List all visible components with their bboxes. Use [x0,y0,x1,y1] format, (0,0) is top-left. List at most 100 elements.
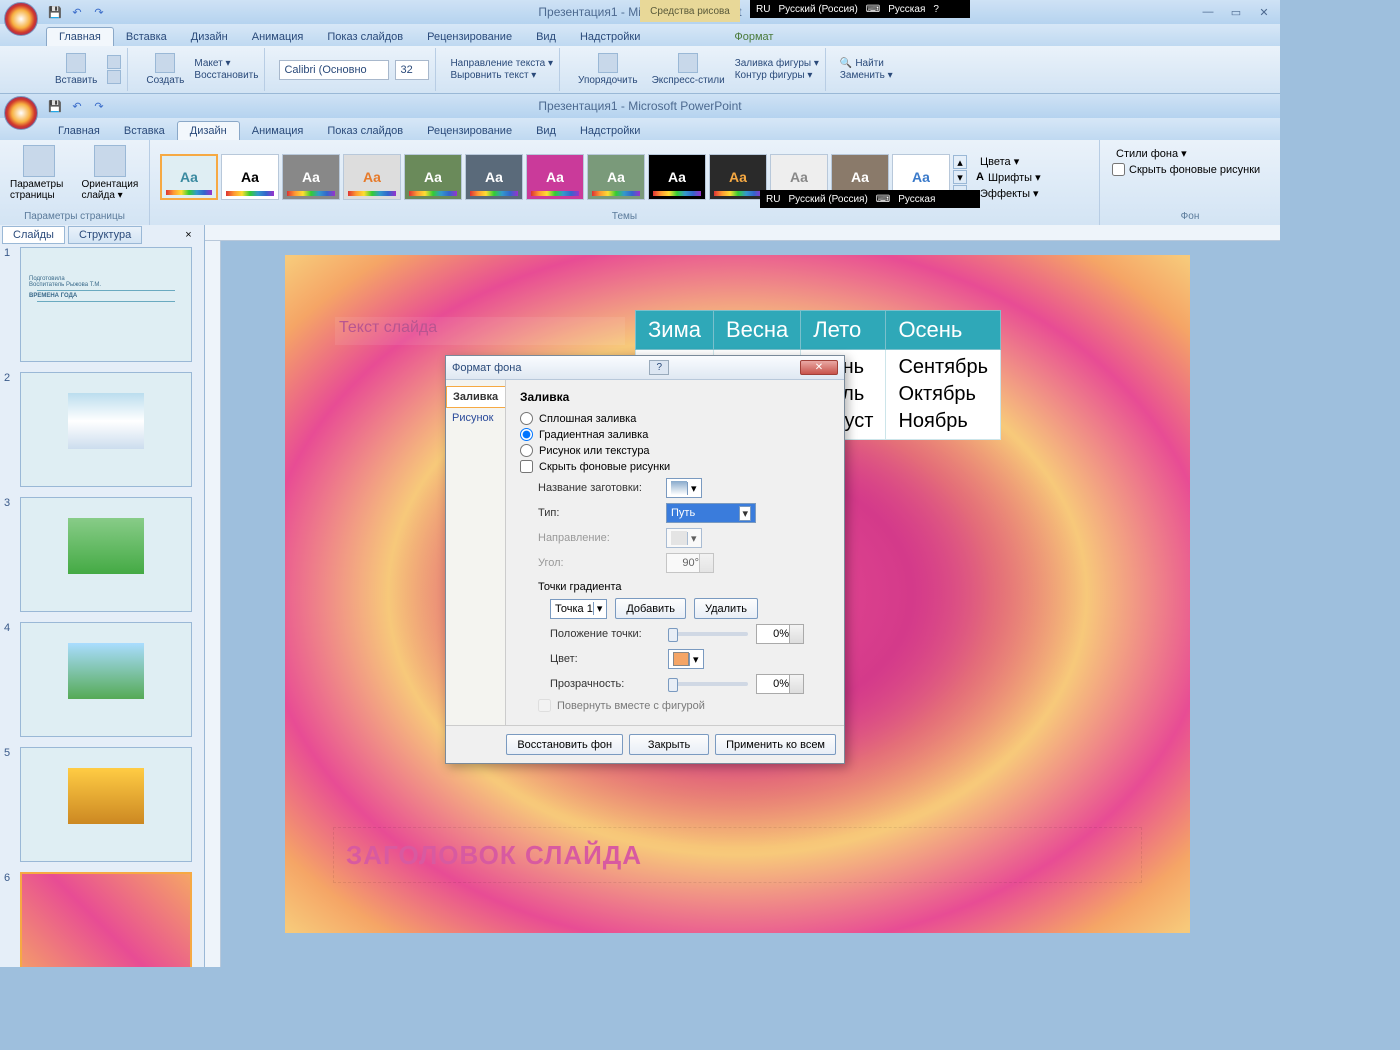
office-button-2[interactable] [4,96,38,130]
minimize-button[interactable]: — [1196,4,1220,20]
theme-colors-button[interactable]: Цвета ▾ [976,155,1041,168]
table-header[interactable]: Весна [713,311,800,350]
stop-combo[interactable]: Точка 1▾ [550,599,607,619]
align-text-button[interactable]: Выровнить текст ▾ [450,70,553,81]
orientation-button[interactable]: Ориентация слайда ▾ [78,143,143,203]
thumbnail-2[interactable] [20,372,192,487]
tab2-view[interactable]: Вид [524,122,568,140]
color-picker[interactable]: ▾ [668,649,704,669]
shape-fill-button[interactable]: Заливка фигуры ▾ [735,58,819,69]
theme-fonts-button[interactable]: AШрифты ▾ [976,171,1041,184]
type-combo[interactable]: Путь▾ [666,503,756,523]
restore-bg-button[interactable]: Восстановить фон [506,734,623,755]
transparency-spinner[interactable]: 0% [756,674,804,694]
theme-thumb[interactable]: Aa [160,154,218,200]
tab-outline[interactable]: Структура [68,226,142,244]
theme-thumb[interactable]: Aa [282,154,340,200]
tab-design[interactable]: Дизайн [179,28,240,46]
table-header[interactable]: Осень [886,311,1001,350]
replace-button[interactable]: Заменить ▾ [840,70,893,81]
apply-all-button[interactable]: Применить ко всем [715,734,836,755]
gallery-up-icon[interactable]: ▴ [953,155,967,169]
tab-animation[interactable]: Анимация [240,28,316,46]
page-setup-button[interactable]: Параметры страницы [6,143,72,203]
table-header[interactable]: Лето [801,311,886,350]
tab-insert[interactable]: Вставка [114,28,179,46]
nav-item-fill[interactable]: Заливка [446,386,505,408]
tab-review[interactable]: Рецензирование [415,28,524,46]
office-button[interactable] [4,2,38,36]
close-button[interactable]: ✕ [1252,4,1276,20]
paste-button[interactable]: Вставить [51,51,101,88]
thumbnail-5[interactable] [20,747,192,862]
radio-gradient[interactable] [520,428,533,441]
theme-thumb[interactable]: Aa [465,154,523,200]
dialog-close-icon[interactable]: ✕ [800,360,838,375]
save-icon-2[interactable]: 💾 [46,97,64,115]
redo-icon[interactable]: ↷ [90,3,108,21]
preset-combo[interactable]: ▾ [666,478,702,498]
find-button[interactable]: 🔍 Найти [840,58,893,69]
save-icon[interactable]: 💾 [46,3,64,21]
reset-button[interactable]: Восстановить [194,70,258,81]
transparency-slider[interactable] [668,682,748,686]
content-placeholder[interactable]: Текст слайда [335,317,625,345]
undo-icon[interactable]: ↶ [68,3,86,21]
hide-bg-checkbox[interactable]: Скрыть фоновые рисунки [1112,163,1268,176]
thumbnail-6[interactable] [20,872,192,967]
theme-thumb[interactable]: Aa [648,154,706,200]
new-slide-button[interactable]: Создать [142,51,188,88]
shape-outline-button[interactable]: Контур фигуры ▾ [735,70,819,81]
layout-button[interactable]: Макет ▾ [194,58,258,69]
text-direction-button[interactable]: Направление текста ▾ [450,58,553,69]
tab-slideshow[interactable]: Показ слайдов [315,28,415,46]
font-size-combo[interactable]: 32 [395,60,429,80]
table-cell[interactable]: Сентябрь Октябрь Ноябрь [886,350,1001,440]
theme-thumb[interactable]: Aa [587,154,645,200]
checkbox-hide-bg[interactable] [520,460,533,473]
title-placeholder[interactable]: ЗАГОЛОВОК СЛАЙДА [333,827,1142,883]
language-bar-2[interactable]: RU Русский (Россия) ⌨ Русская [760,190,980,208]
maximize-button[interactable]: ▭ [1224,4,1248,20]
tab-home[interactable]: Главная [46,27,114,46]
help-icon[interactable]: ? [933,4,939,15]
tab2-addins[interactable]: Надстройки [568,122,652,140]
panel-close-icon[interactable]: × [185,229,191,241]
tab-slides[interactable]: Слайды [2,226,65,244]
bg-styles-button[interactable]: Стили фона ▾ [1112,147,1268,160]
radio-picture[interactable] [520,444,533,457]
dialog-titlebar[interactable]: Формат фона ? ✕ [446,356,844,380]
thumbnail-3[interactable] [20,497,192,612]
tab2-design[interactable]: Дизайн [177,121,240,140]
tab-format[interactable]: Формат [722,28,785,46]
tab2-slideshow[interactable]: Показ слайдов [315,122,415,140]
position-spinner[interactable]: 0% [756,624,804,644]
close-dialog-button[interactable]: Закрыть [629,734,709,755]
tab2-review[interactable]: Рецензирование [415,122,524,140]
tab-view[interactable]: Вид [524,28,568,46]
remove-stop-button[interactable]: Удалить [694,598,758,619]
theme-thumb[interactable]: Aa [404,154,462,200]
theme-thumb[interactable]: Aa [526,154,584,200]
table-header[interactable]: Зима [636,311,714,350]
tab-addins[interactable]: Надстройки [568,28,652,46]
arrange-button[interactable]: Упорядочить [574,51,642,88]
undo-icon-2[interactable]: ↶ [68,97,86,115]
theme-effects-button[interactable]: Эффекты ▾ [976,187,1041,200]
font-name-combo[interactable]: Calibri (Основно [279,60,389,80]
radio-solid[interactable] [520,412,533,425]
language-bar-1[interactable]: RU Русский (Россия) ⌨ Русская ? [750,0,970,18]
nav-item-picture[interactable]: Рисунок [446,408,505,428]
position-slider[interactable] [668,632,748,636]
tab2-home[interactable]: Главная [46,122,112,140]
theme-thumb[interactable]: Aa [709,154,767,200]
theme-thumb[interactable]: Aa [343,154,401,200]
theme-thumb[interactable]: Aa [221,154,279,200]
dialog-help-icon[interactable]: ? [649,360,669,375]
add-stop-button[interactable]: Добавить [615,598,686,619]
thumbnail-1[interactable]: Подготовила Воспитатель Рыжова Т.М. ВРЕМ… [20,247,192,362]
gallery-down-icon[interactable]: ▾ [953,170,967,184]
tab2-insert[interactable]: Вставка [112,122,177,140]
redo-icon-2[interactable]: ↷ [90,97,108,115]
copy-button[interactable] [107,70,121,84]
